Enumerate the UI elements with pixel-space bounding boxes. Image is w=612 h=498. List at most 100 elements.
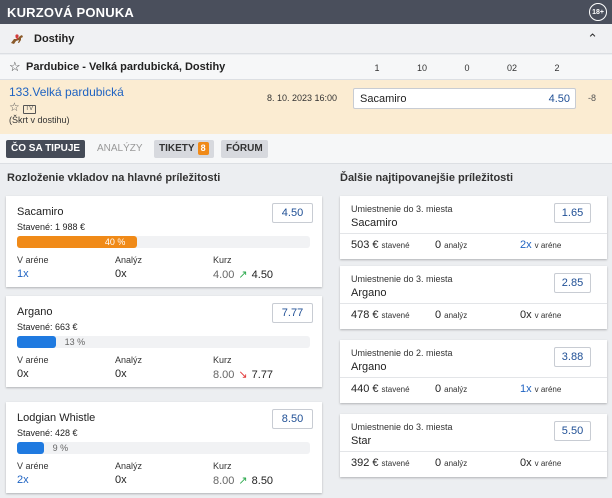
stat-label: Analýz [115,461,143,471]
arena-value[interactable]: 0x [520,457,532,469]
match-row: 133.Velká pardubická ☆ TV (Škrt v dostihu… [0,80,612,134]
tab-tikety-label: TIKETY [159,143,195,154]
arena-label: v aréne [534,385,562,394]
kurz-old: 8.00 [213,369,235,381]
header-bar: KURZOVÁ PONUKA 18+ [0,0,612,24]
stat-label: Kurz [213,355,232,365]
horse-name: Star [351,435,372,447]
staked-label: stavené [381,241,410,250]
odd-button[interactable]: 1.65 [554,203,591,223]
stake-bar: 9 % [17,442,310,454]
stake-percent: 13 % [64,337,86,347]
stat-label: Analýz [115,355,143,365]
stat-label: V aréne [17,461,49,471]
age-restriction-badge: 18+ [589,3,607,21]
stake-bar-fill [17,442,44,454]
arena-label: v aréne [534,459,562,468]
stat-v-arene: V aréne 2x [17,461,49,486]
analyz-value: 0 [435,383,442,395]
kurz-old: 4.00 [213,269,235,281]
staked-value: 503 € [351,239,379,251]
odd-button[interactable]: 7.77 [272,303,313,323]
arena-count: 1x v aréne [520,383,561,395]
tab-forum[interactable]: FÓRUM [221,140,268,158]
column-header: 0 [464,63,470,73]
divider [340,377,607,378]
chevron-up-icon[interactable]: ⌃ [587,31,598,47]
event-label: Pardubice - Velká pardubická, Dostihy [26,61,226,73]
stat-value: 0x [115,268,127,280]
kurz-new: 4.50 [251,269,274,281]
odd-button[interactable]: 5.50 [554,421,591,441]
tabs-bar: ČO SA TIPUJE ANALÝZY TIKETY 8 FÓRUM [0,134,612,164]
horse-name: Argano [17,306,53,318]
column-header: 2 [554,63,560,73]
stat-analyz: Analýz 0x [115,255,142,280]
stat-value[interactable]: 0x [17,368,49,380]
horse-name: Sacamiro [17,206,64,218]
stat-value: 0x [115,474,127,486]
arena-count: 0x v aréne [520,309,561,321]
stat-label: Analýz [115,255,143,265]
staked-amount: Stavené: 428 € [17,428,78,438]
staked-value: 440 € [351,383,379,395]
arena-value[interactable]: 2x [520,239,532,251]
analyz-value: 0 [435,457,442,469]
pick-card: Umiestnenie do 2. miesta Argano 3.88 440 € s… [340,340,607,403]
analyz-count: 0 analýz [435,239,467,251]
kurz-old: 8.00 [213,475,235,487]
stake-bar: 13 % [17,336,310,348]
arena-value[interactable]: 1x [520,383,532,395]
right-panel-title: Ďalšie najtipovanejšie príležitosti [340,172,513,184]
odd-button[interactable]: 2.85 [554,273,591,293]
arena-count: 0x v aréne [520,457,561,469]
analyz-label: analýz [444,241,468,250]
horse-name: Sacamiro [351,217,398,229]
match-name-link[interactable]: 133.Velká pardubická [9,85,124,99]
analyz-value: 0 [435,239,442,251]
odd-button[interactable]: 3.88 [554,347,591,367]
horse-name: Lodgian Whistle [17,412,96,424]
match-subtitle: (Škrt v dostihu) [9,115,70,125]
arena-value[interactable]: 0x [520,309,532,321]
column-header: 1 [374,63,380,73]
kurz-values: 8.00 ↗ 8.50 [213,474,273,487]
horse-name: Argano [351,287,387,299]
odd-button[interactable]: 8.50 [272,409,313,429]
stat-kurz: Kurz 8.00 ↘ 7.77 [213,355,273,381]
stat-value[interactable]: 2x [17,474,49,486]
stat-value[interactable]: 1x [17,268,49,280]
more-picks-panel: Ďalšie najtipovanejšie príležitosti Umie… [333,164,612,498]
tab-tikety[interactable]: TIKETY 8 [154,140,214,158]
kurz-values: 8.00 ↘ 7.77 [213,368,273,381]
sport-header-dostihy[interactable]: Dostihy ⌃ [0,24,612,54]
analyz-label: analýz [444,459,468,468]
selection-name: Sacamiro [360,93,407,105]
kurz-values: 4.00 ↗ 4.50 [213,268,273,281]
stat-label: Kurz [213,461,232,471]
tab-co-sa-tipuje[interactable]: ČO SA TIPUJE [6,140,86,158]
star-icon[interactable]: ☆ [9,100,20,114]
tv-icon: TV [22,105,36,114]
tab-analyzy[interactable]: ANALÝZY [92,140,148,158]
stat-label: V aréne [17,355,49,365]
analyz-label: analýz [444,311,468,320]
page-title: KURZOVÁ PONUKA [7,5,135,20]
stake-distribution-panel: Rozloženie vkladov na hlavné príležitost… [0,164,329,498]
horse-name: Argano [351,361,387,373]
star-icon[interactable]: ☆ [9,59,21,75]
event-header: ☆ Pardubice - Velká pardubická, Dostihy … [0,55,612,80]
stake-percent: 40 % [104,237,126,247]
bet-type: Umiestnenie do 3. miesta [351,274,453,284]
bet-type: Umiestnenie do 2. miesta [351,348,453,358]
arena-label: v aréne [534,311,562,320]
odd-button[interactable]: 4.50 [272,203,313,223]
analyz-count: 0 analýz [435,309,467,321]
pick-card: Umiestnenie do 3. miesta Sacamiro 1.65 503 … [340,196,607,259]
selection-odd-button[interactable]: Sacamiro 4.50 [353,88,576,109]
stat-analyz: Analýz 0x [115,461,142,486]
column-header: 02 [506,63,517,73]
staked-value: 478 € [351,309,379,321]
arrow-down-icon: ↘ [238,369,248,381]
bet-type: Umiestnenie do 3. miesta [351,422,453,432]
